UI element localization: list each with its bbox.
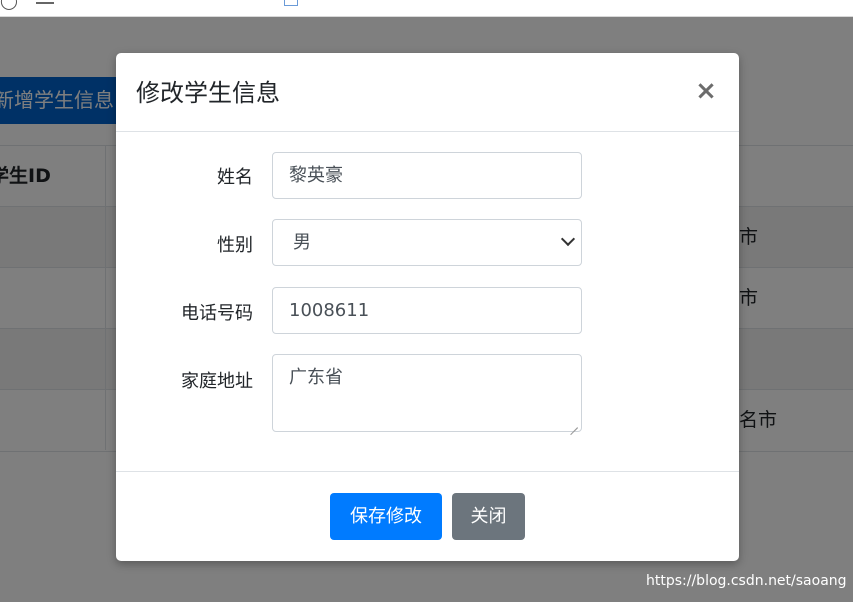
gender-selected-value: 男 — [293, 232, 311, 253]
phone-label: 电话号码 — [181, 303, 253, 324]
gender-label: 性别 — [217, 235, 253, 256]
name-label: 姓名 — [217, 167, 253, 188]
resize-grip-icon[interactable] — [570, 420, 578, 428]
chevron-down-icon — [560, 231, 576, 247]
address-label: 家庭地址 — [181, 371, 253, 392]
close-icon[interactable]: × — [695, 77, 717, 105]
modal-footer: 保存修改 关闭 — [116, 471, 739, 562]
browser-top-strip: ◯ — [0, 0, 853, 17]
edit-student-modal: 修改学生信息 × 姓名 黎英豪 性别 男 电话号码 1008611 家庭地址 广… — [116, 53, 739, 561]
address-textarea[interactable]: 广东省 — [272, 354, 582, 432]
close-button[interactable]: 关闭 — [452, 493, 525, 540]
watermark: https://blog.csdn.net/saoang — [646, 573, 847, 589]
gender-select[interactable]: 男 — [272, 219, 582, 266]
modal-title: 修改学生信息 — [136, 79, 280, 107]
toolbar-icon[interactable] — [36, 0, 54, 4]
refresh-icon[interactable]: ◯ — [0, 0, 18, 9]
address-text: 广东省 — [289, 367, 343, 388]
phone-input[interactable]: 1008611 — [272, 287, 582, 334]
save-button[interactable]: 保存修改 — [330, 493, 442, 540]
name-input[interactable]: 黎英豪 — [272, 152, 582, 199]
modal-header: 修改学生信息 × — [116, 53, 739, 132]
document-icon — [284, 0, 298, 6]
